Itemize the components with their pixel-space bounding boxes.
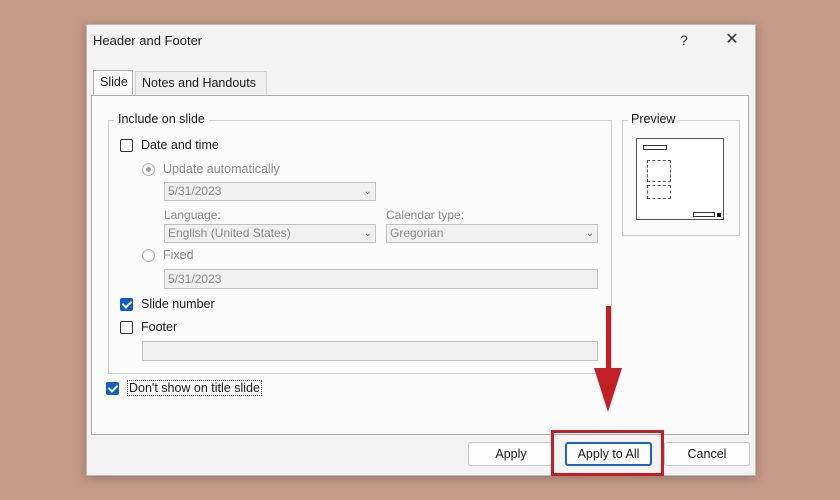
help-icon[interactable]: ? bbox=[673, 29, 695, 51]
annotation-arrow-shaft bbox=[606, 306, 611, 370]
chevron-down-icon: ⌄ bbox=[363, 186, 372, 197]
update-automatically-label: Update automatically bbox=[163, 162, 280, 176]
footer-checkbox[interactable] bbox=[120, 320, 133, 334]
header-footer-dialog: Header and Footer ? ✕ Slide Notes and Ha… bbox=[86, 24, 756, 476]
preview-content-placeholder bbox=[647, 160, 671, 182]
fixed-radio[interactable] bbox=[142, 248, 155, 262]
tab-slide[interactable]: Slide bbox=[93, 70, 133, 96]
slide-number-checkbox[interactable] bbox=[120, 297, 133, 311]
dont-show-title-label: Don't show on title slide bbox=[127, 380, 262, 396]
close-icon[interactable]: ✕ bbox=[721, 29, 743, 51]
preview-slide-number-mark bbox=[717, 213, 721, 217]
footer-label: Footer bbox=[141, 320, 178, 334]
include-on-slide-title: Include on slide bbox=[114, 112, 209, 126]
date-time-checkbox[interactable] bbox=[120, 138, 133, 152]
date-time-label: Date and time bbox=[141, 138, 219, 152]
chevron-down-icon: ⌄ bbox=[363, 228, 372, 239]
cancel-button[interactable]: Cancel bbox=[664, 442, 750, 466]
slide-number-option[interactable]: Slide number bbox=[120, 297, 215, 311]
preview-footer-placeholder bbox=[647, 185, 671, 199]
update-automatically-option[interactable]: Update automatically bbox=[142, 162, 280, 176]
footer-option[interactable]: Footer bbox=[120, 320, 177, 334]
language-value: English (United States) bbox=[168, 226, 291, 240]
apply-button[interactable]: Apply bbox=[468, 442, 554, 466]
update-automatically-radio[interactable] bbox=[142, 162, 155, 176]
calendar-type-dropdown[interactable]: Gregorian ⌄ bbox=[386, 224, 598, 243]
dont-show-title-option[interactable]: Don't show on title slide bbox=[106, 380, 262, 396]
preview-slide-number-placeholder bbox=[693, 212, 715, 217]
slide-preview-thumbnail bbox=[636, 138, 724, 220]
language-dropdown[interactable]: English (United States) ⌄ bbox=[164, 224, 376, 243]
calendar-type-value: Gregorian bbox=[390, 226, 444, 240]
dont-show-title-checkbox[interactable] bbox=[106, 381, 119, 395]
preview-date-placeholder bbox=[643, 145, 667, 150]
slide-number-label: Slide number bbox=[141, 297, 215, 311]
tab-notes-and-handouts[interactable]: Notes and Handouts bbox=[135, 71, 267, 95]
apply-to-all-highlight bbox=[551, 430, 664, 476]
chevron-down-icon: ⌄ bbox=[585, 228, 594, 239]
date-format-value: 5/31/2023 bbox=[168, 184, 222, 198]
dialog-title: Header and Footer bbox=[93, 33, 203, 48]
fixed-date-input[interactable]: 5/31/2023 bbox=[164, 269, 598, 289]
slide-tab-panel: Include on slide Date and time Update au… bbox=[91, 95, 749, 435]
date-time-option[interactable]: Date and time bbox=[120, 138, 219, 152]
calendar-type-label: Calendar type: bbox=[386, 208, 465, 222]
preview-title: Preview bbox=[628, 112, 679, 126]
fixed-label: Fixed bbox=[163, 248, 194, 262]
fixed-option[interactable]: Fixed bbox=[142, 248, 194, 262]
date-format-dropdown[interactable]: 5/31/2023 ⌄ bbox=[164, 182, 376, 201]
footer-input[interactable] bbox=[142, 341, 598, 361]
language-label: Language: bbox=[164, 208, 221, 222]
include-on-slide-group bbox=[108, 120, 612, 374]
annotation-arrow-head bbox=[594, 368, 622, 412]
title-bar: Header and Footer ? ✕ bbox=[87, 25, 755, 57]
